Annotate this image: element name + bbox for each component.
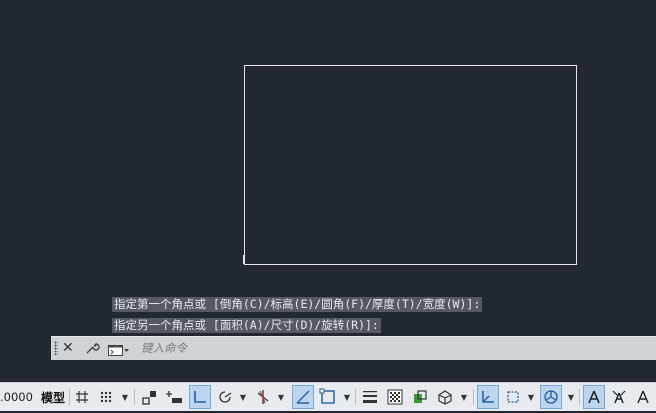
divider xyxy=(473,389,474,405)
divider xyxy=(579,389,580,405)
transparency-icon[interactable] xyxy=(385,385,405,409)
chevron-down-icon[interactable]: ▼ xyxy=(120,385,130,409)
dynamic-ucs-icon[interactable] xyxy=(477,385,499,409)
gizmo-icon[interactable] xyxy=(540,385,562,409)
canvas-lower-area xyxy=(0,360,656,382)
divider xyxy=(355,389,356,405)
chevron-down-icon[interactable]: ▼ xyxy=(238,385,248,409)
grid-icon[interactable] xyxy=(73,385,91,409)
object-snap-tracking-icon[interactable] xyxy=(292,385,314,409)
autoscale-icon[interactable] xyxy=(609,385,629,409)
wrench-icon[interactable] xyxy=(84,340,100,356)
status-bar: .0000 模型 ▼ ▼ ▼ ▼ ▼ ▼ ▼ xyxy=(0,382,656,411)
command-prompt-icon[interactable] xyxy=(108,342,130,356)
object-snap-icon[interactable] xyxy=(317,385,339,409)
chevron-down-icon[interactable]: ▼ xyxy=(526,385,536,409)
3d-object-snap-icon[interactable] xyxy=(435,385,455,409)
command-history-line-2: 指定另一个角点或 [面积(A)/尺寸(D)/旋转(R)]: xyxy=(112,318,381,333)
annotation-scale-icon[interactable] xyxy=(633,385,653,409)
polar-tracking-icon[interactable] xyxy=(215,385,235,409)
annotation-visibility-icon[interactable] xyxy=(583,385,605,409)
model-space-button[interactable]: 模型 xyxy=(39,385,67,409)
drawing-canvas[interactable]: 指定第一个角点或 [倒角(C)/标高(E)/圆角(F)/厚度(T)/宽度(W)]… xyxy=(0,0,656,360)
ortho-mode-icon[interactable] xyxy=(189,385,211,409)
command-line-bar: ✕ xyxy=(51,336,656,360)
lineweight-icon[interactable] xyxy=(360,385,380,409)
snap-mode-icon[interactable] xyxy=(97,385,115,409)
chevron-down-icon[interactable]: ▼ xyxy=(276,385,286,409)
command-input[interactable] xyxy=(141,338,641,358)
divider xyxy=(69,389,70,405)
crosshair-cursor xyxy=(243,255,244,264)
drag-handle-icon[interactable] xyxy=(54,341,58,355)
rectangle-drawing[interactable] xyxy=(244,65,577,265)
chevron-down-icon[interactable]: ▼ xyxy=(566,385,576,409)
isometric-drafting-icon[interactable] xyxy=(253,385,273,409)
selection-cycling-icon[interactable] xyxy=(410,385,430,409)
selection-filter-icon[interactable] xyxy=(503,385,523,409)
dynamic-input-icon[interactable] xyxy=(164,385,184,409)
command-history-line-1: 指定第一个角点或 [倒角(C)/标高(E)/圆角(F)/厚度(T)/宽度(W)]… xyxy=(112,297,483,312)
coordinates-readout[interactable]: .0000 xyxy=(0,385,34,409)
infer-constraints-icon[interactable] xyxy=(140,385,160,409)
chevron-down-icon[interactable]: ▼ xyxy=(459,385,469,409)
chevron-down-icon[interactable]: ▼ xyxy=(342,385,352,409)
close-icon[interactable]: ✕ xyxy=(62,339,74,357)
divider xyxy=(134,389,135,405)
